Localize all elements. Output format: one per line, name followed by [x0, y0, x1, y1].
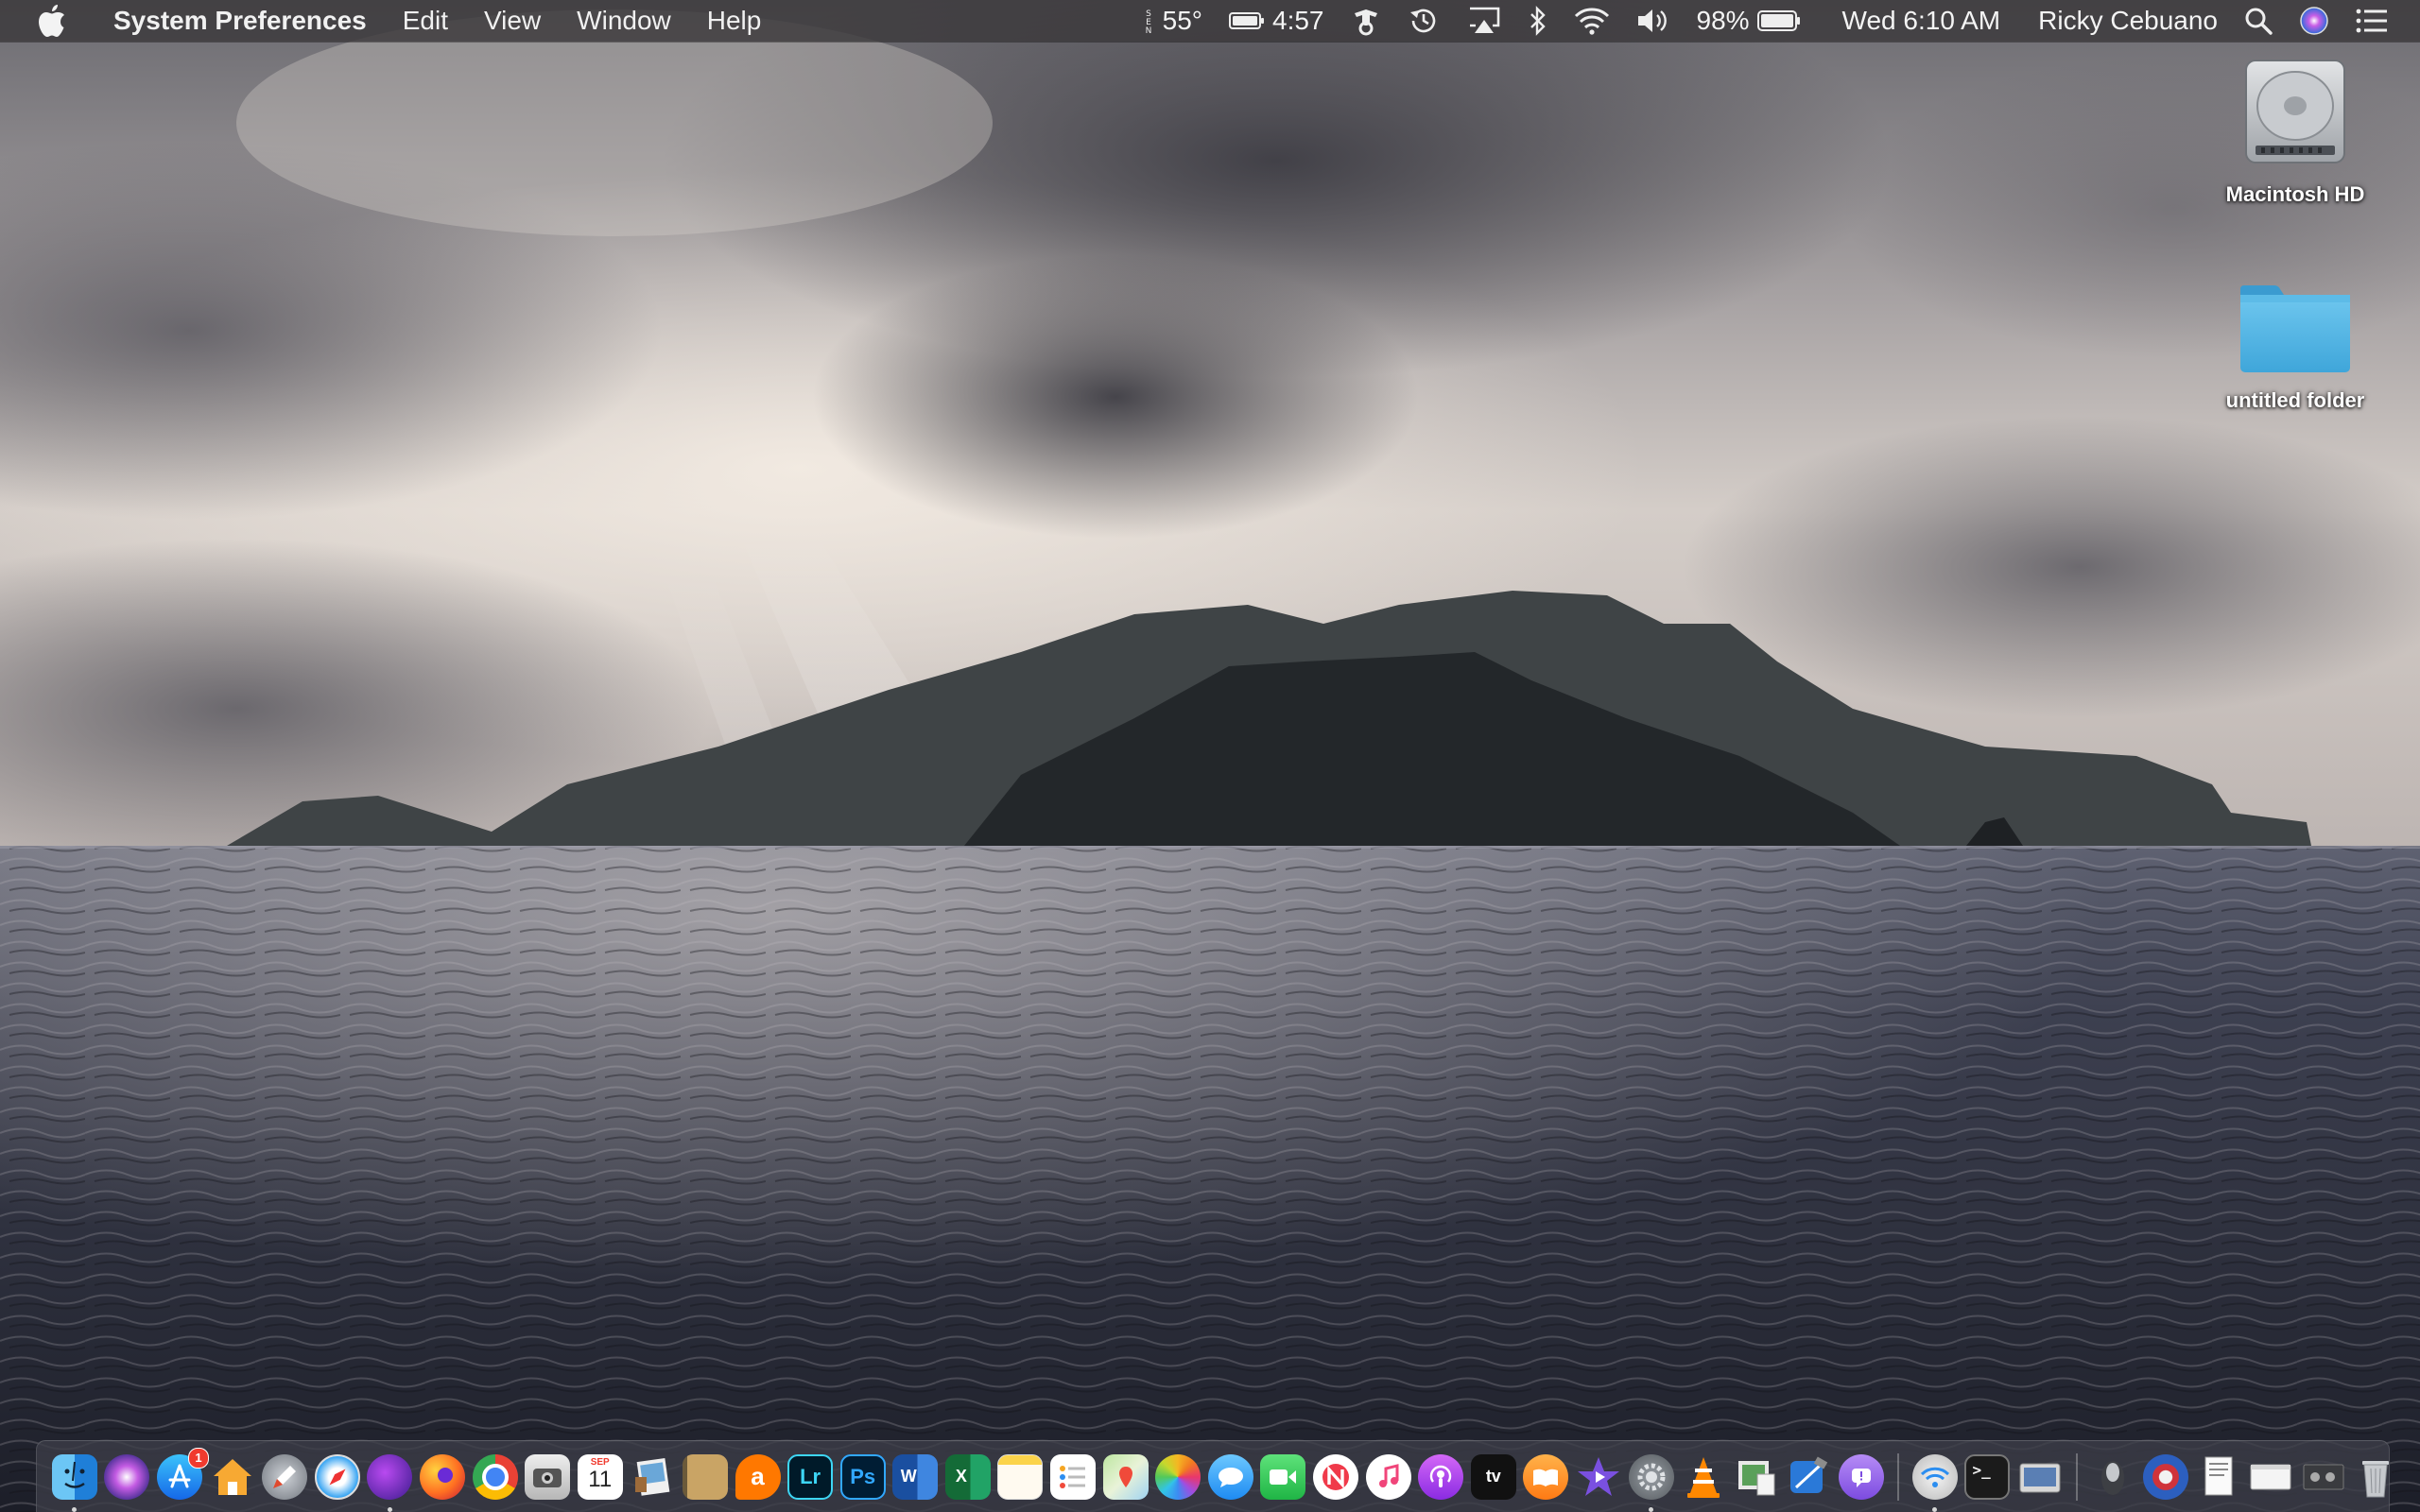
dock-separator	[1896, 1452, 1899, 1501]
svg-text:N: N	[1145, 26, 1151, 35]
photoshop-label: Ps	[850, 1464, 876, 1488]
dock-xcode-icon[interactable]	[1786, 1454, 1831, 1500]
time-machine-icon[interactable]	[1394, 0, 1453, 42]
dock-news-icon[interactable]	[1313, 1453, 1359, 1500]
dock-minimized-window-icon[interactable]	[2248, 1454, 2293, 1500]
dock-preview-icon[interactable]	[630, 1454, 675, 1500]
dock-podcasts-icon[interactable]	[1418, 1453, 1464, 1500]
dock-imovie-icon[interactable]	[1576, 1454, 1621, 1500]
dock-separator	[2075, 1452, 2078, 1501]
dock-reminders-icon[interactable]	[1050, 1453, 1097, 1500]
dock-photos-icon[interactable]	[1155, 1453, 1201, 1500]
apple-menu-icon[interactable]	[36, 2, 68, 40]
dock-avast-icon[interactable]: a	[735, 1453, 781, 1500]
airplay-icon[interactable]	[1453, 0, 1515, 42]
menu-window[interactable]: Window	[559, 0, 689, 42]
battery-icon	[1756, 10, 1800, 31]
dock-photo-booth-icon[interactable]	[525, 1453, 571, 1500]
dock-vlc-icon[interactable]	[1681, 1454, 1726, 1500]
dock-notebook-icon[interactable]	[682, 1453, 728, 1500]
dock-system-preferences-icon[interactable]	[1628, 1453, 1674, 1512]
battery-small-icon	[1229, 12, 1264, 29]
dock-app-store-icon[interactable]: 1	[156, 1447, 209, 1500]
menu-app-name[interactable]: System Preferences	[102, 0, 385, 42]
battery-time-item[interactable]: 4:57	[1216, 0, 1338, 42]
dock-photoshop-icon[interactable]: Ps	[839, 1453, 886, 1500]
notification-center-icon[interactable]	[2342, 0, 2401, 42]
dock-finder-icon[interactable]	[51, 1453, 97, 1512]
desktop-icon-macintosh-hd[interactable]: Macintosh HD	[2201, 59, 2390, 207]
battery-status-item[interactable]: 98%	[1684, 0, 1814, 42]
dock-home-icon[interactable]	[210, 1454, 255, 1500]
menu-bar-clock[interactable]: Wed 6:10 AM	[1814, 0, 2014, 42]
dock-wireless-diagnostics-icon[interactable]	[1911, 1453, 1958, 1512]
battery-percent: 98%	[1696, 6, 1750, 35]
dock-feedback-assistant-icon[interactable]	[1838, 1453, 1884, 1500]
word-label: W	[900, 1467, 917, 1486]
lightroom-label: Lr	[800, 1464, 821, 1488]
bluetooth-icon[interactable]	[1515, 0, 1561, 42]
volume-icon[interactable]	[1623, 0, 1684, 42]
wifi-icon[interactable]	[1561, 0, 1623, 42]
dock-apple-tv-icon[interactable]: tv	[1470, 1453, 1516, 1500]
dock-calendar-icon[interactable]: SEP 11	[577, 1453, 623, 1500]
dock-launchpad-icon[interactable]	[262, 1453, 308, 1500]
spotlight-search-icon[interactable]	[2231, 0, 2286, 42]
dock-trash-icon[interactable]	[2353, 1454, 2398, 1500]
app-store-update-badge: 1	[187, 1447, 209, 1469]
dock-screenshot-icon[interactable]	[2017, 1454, 2063, 1500]
dock: 1 SEP 11 a Lr Ps W X tv >_	[36, 1440, 2390, 1512]
dock-image-capture-icon[interactable]	[1734, 1454, 1779, 1500]
calendar-day: 11	[588, 1466, 613, 1492]
calendar-month: SEP	[590, 1456, 610, 1468]
dock-facetime-icon[interactable]	[1260, 1453, 1306, 1500]
desktop-icon-label: Macintosh HD	[2225, 182, 2365, 206]
dock-documents-stack-icon[interactable]	[2142, 1453, 2188, 1500]
dock-firefox-nightly-icon[interactable]	[367, 1453, 413, 1512]
dock-firefox-icon[interactable]	[419, 1453, 465, 1500]
dock-chrome-icon[interactable]	[472, 1453, 518, 1500]
battery-time-remaining: 4:57	[1272, 6, 1324, 35]
magnet-utility-icon[interactable]	[1338, 0, 1394, 42]
dock-excel-icon[interactable]: X	[944, 1453, 991, 1500]
dock-minimized-preferences-icon[interactable]	[2301, 1454, 2346, 1500]
dock-file-stack-icon[interactable]	[2196, 1454, 2241, 1500]
dock-messages-icon[interactable]	[1207, 1453, 1253, 1500]
dock-downloads-stack-icon[interactable]	[2090, 1454, 2135, 1500]
dock-lightroom-icon[interactable]: Lr	[787, 1453, 834, 1500]
dock-notes-icon[interactable]	[997, 1453, 1044, 1500]
weather-temperature: 55°	[1162, 6, 1202, 35]
dock-maps-icon[interactable]	[1102, 1453, 1149, 1500]
fast-user-switch-name[interactable]: Ricky Cebuano	[2014, 0, 2231, 42]
menu-bar: System Preferences Edit View Window Help…	[0, 0, 2420, 42]
menu-view[interactable]: View	[466, 0, 559, 42]
siri-icon[interactable]	[2286, 0, 2342, 42]
dock-siri-icon[interactable]	[104, 1453, 150, 1500]
dock-safari-icon[interactable]	[314, 1453, 360, 1500]
menu-help[interactable]: Help	[689, 0, 780, 42]
dock-terminal-icon[interactable]: >_	[1964, 1453, 2011, 1500]
menu-edit[interactable]: Edit	[385, 0, 466, 42]
desktop-icon-untitled-folder[interactable]: untitled folder	[2201, 282, 2390, 413]
weather-status-item[interactable]: S E N 55°	[1129, 0, 1216, 42]
desktop-icon-label: untitled folder	[2225, 388, 2365, 412]
hard-drive-icon	[2245, 60, 2345, 163]
desktop-wallpaper	[0, 0, 2420, 1512]
dock-books-icon[interactable]	[1523, 1453, 1569, 1500]
excel-label: X	[955, 1467, 967, 1486]
dock-word-icon[interactable]: W	[892, 1453, 939, 1500]
folder-icon	[2240, 285, 2350, 372]
compass-wind-icon: S E N	[1145, 9, 1151, 35]
apple-tv-label: tv	[1485, 1467, 1501, 1486]
dock-music-icon[interactable]	[1365, 1453, 1411, 1500]
